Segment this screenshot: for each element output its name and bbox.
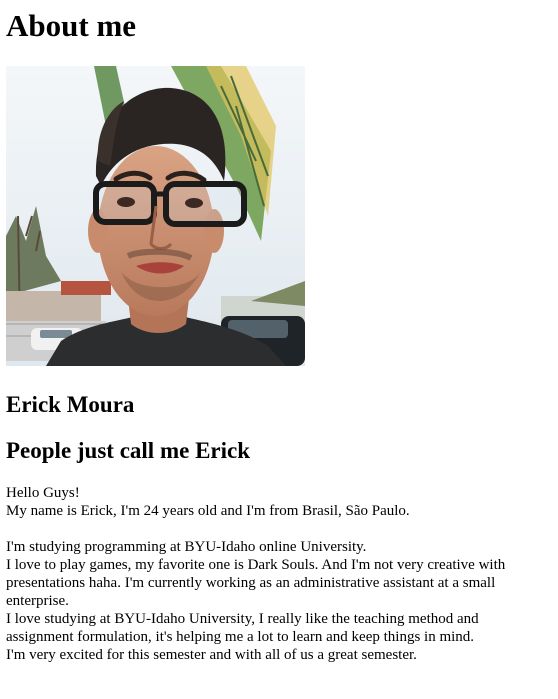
hobbies-text: I love to play games, my favorite one is… [6, 557, 506, 609]
profile-photo-image [6, 66, 305, 366]
semester-text: I'm very excited for this semester and w… [6, 647, 417, 663]
nickname-heading: People just call me Erick [6, 438, 251, 463]
name-heading: Erick Moura [6, 392, 135, 417]
page-title: About me [6, 8, 137, 43]
bio-paragraph-details: I'm studying programming at BYU-Idaho on… [6, 538, 546, 664]
intro-text: My name is Erick, I'm 24 years old and I… [6, 503, 410, 519]
bio-section: Hello Guys! My name is Erick, I'm 24 yea… [6, 484, 546, 664]
profile-photo [6, 66, 305, 366]
bio-paragraph-intro: Hello Guys! My name is Erick, I'm 24 yea… [6, 484, 546, 520]
university-text: I love studying at BYU-Idaho University,… [6, 611, 479, 645]
about-me-page: About me Erick Moura People just call me… [0, 0, 558, 699]
studies-text: I'm studying programming at BYU-Idaho on… [6, 539, 367, 555]
greeting-text: Hello Guys! [6, 485, 80, 501]
